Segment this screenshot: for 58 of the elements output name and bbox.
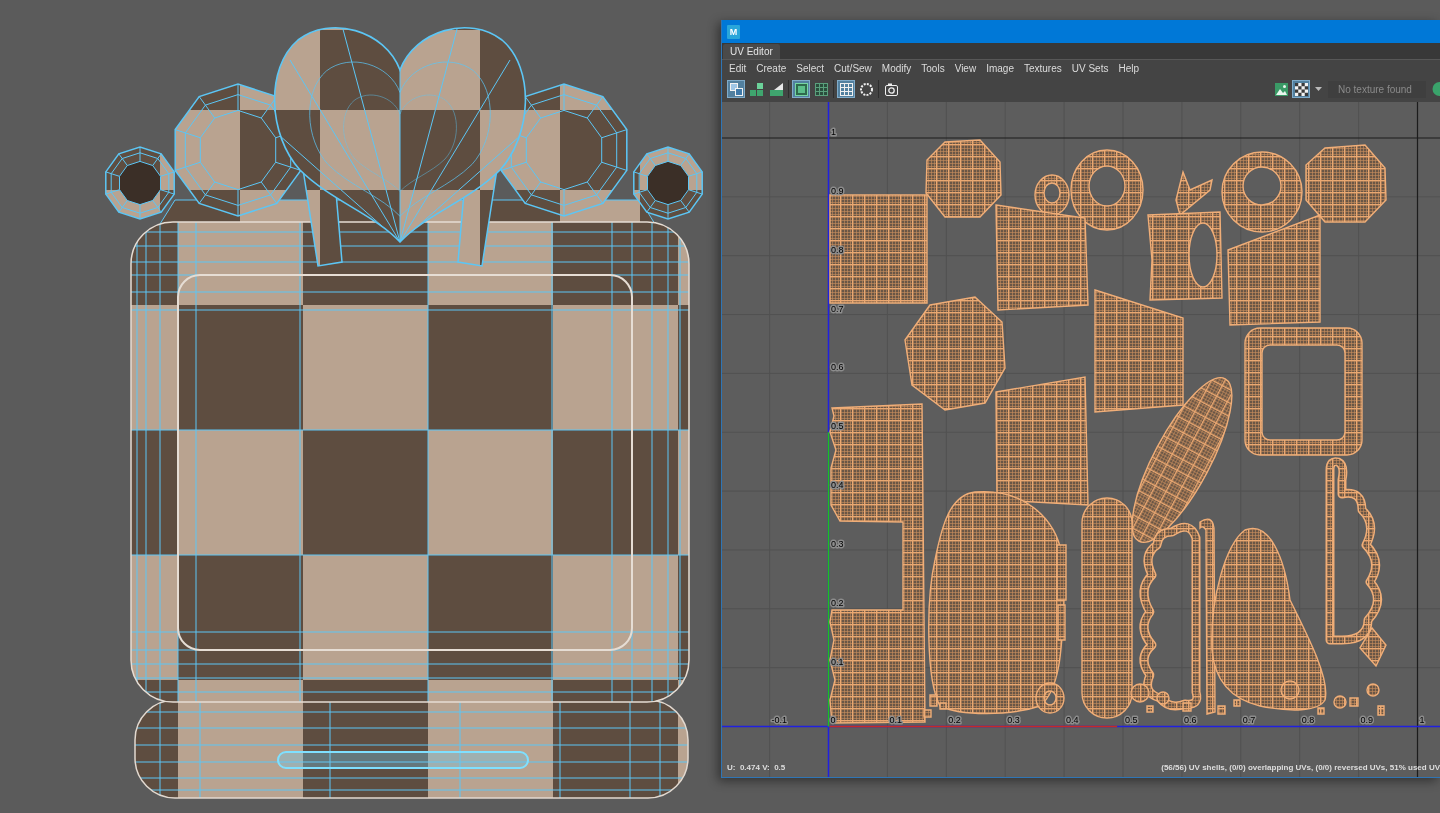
axis-tick-label: 0.9	[831, 185, 844, 196]
toolbar-button[interactable]	[1292, 80, 1310, 98]
dotted-ring-icon	[859, 82, 873, 96]
stacked-blocks-icon	[749, 82, 763, 96]
image-icon	[1274, 82, 1288, 96]
blocks-icon	[769, 82, 783, 96]
axis-tick-label: 0.1	[889, 715, 902, 725]
menu-item[interactable]: Image	[981, 60, 1019, 76]
squares-icon	[729, 82, 743, 96]
grid-icon	[839, 82, 853, 96]
axis-tick-label: 0.8	[1301, 715, 1315, 725]
menu-item[interactable]: Edit	[724, 60, 752, 76]
axis-tick-label: 0.7	[1242, 715, 1256, 725]
axis-tick-label: 0.3	[1007, 715, 1020, 725]
toolbar-button[interactable]	[1272, 80, 1290, 98]
tab[interactable]: UV Editor	[723, 44, 780, 59]
uv-canvas[interactable]: -0.1 0 0.1 0.2 0.3 0.4 0.5 0.6 0.7 0.8 0.9 1 1 0.9 0.8 0.7 0.6 0.5 0.4 0.3 0.2 0.1 U: 0.474 V: 0.5 (56/56) UV shells, (0/0) overlapping UVs, (0/0) reversed UVs, 51% used UV	[722, 102, 1440, 777]
uv-shell	[1377, 705, 1385, 716]
axis-tick-label: 0.3	[831, 538, 844, 549]
menu-item[interactable]: View	[949, 60, 982, 76]
axis-tick-label: 0.2	[948, 715, 961, 725]
axis-tick-label: 1	[1419, 715, 1425, 725]
axis-tick-label: 0	[830, 715, 836, 725]
axis-tick-label: 0.2	[831, 597, 844, 608]
menu-item[interactable]: Create	[751, 60, 792, 76]
menu-item[interactable]: Modify	[876, 60, 917, 76]
axis-tick-label: 0.5	[831, 421, 844, 432]
framed-square-icon	[794, 82, 808, 96]
menu-item[interactable]: Textures	[1018, 60, 1067, 76]
menu-item[interactable]: Tools	[916, 60, 950, 76]
axis-tick-label: 0.7	[831, 303, 844, 314]
toolbar-button[interactable]	[747, 80, 765, 98]
axis-tick-label: 0.6	[831, 362, 844, 373]
axis-tick-label: -0.1	[771, 715, 788, 725]
menu-item[interactable]: Select	[791, 60, 830, 76]
checker-icon	[1294, 82, 1308, 96]
axis-tick-label: 0.4	[1066, 715, 1079, 725]
app-logo: M	[727, 24, 740, 39]
axis-tick-label: 0.1	[831, 656, 844, 667]
menu-item[interactable]: Help	[1113, 60, 1144, 76]
uv-shell	[1333, 695, 1347, 709]
axis-tick-label: 0.8	[831, 244, 844, 255]
uv-shell-summary: (56/56) UV shells, (0/0) overlapping UVs, (0/0) reversed UVs, 51% used UV	[1161, 762, 1440, 772]
toolbar-button[interactable]	[767, 80, 785, 98]
grid-icon	[814, 82, 828, 96]
camera-icon	[884, 82, 898, 96]
cursor-coordinates: U: 0.474 V: 0.5	[727, 762, 786, 772]
axis-tick-label: 0.4	[831, 480, 844, 491]
uv-shell	[1349, 697, 1359, 707]
axis-tick-label: 0.9	[1360, 715, 1374, 725]
uv-shell	[1366, 683, 1380, 697]
toolbar-button[interactable]	[857, 80, 875, 98]
axis-tick-label: 0.6	[1183, 715, 1197, 725]
axis-tick-label: 0.5	[1125, 715, 1138, 725]
caret-icon[interactable]	[1315, 87, 1322, 91]
menu-item[interactable]: UV Sets	[1066, 60, 1114, 76]
axis-tick-label: 1	[831, 127, 836, 137]
menu-item[interactable]: Cut/Sew	[829, 60, 877, 76]
